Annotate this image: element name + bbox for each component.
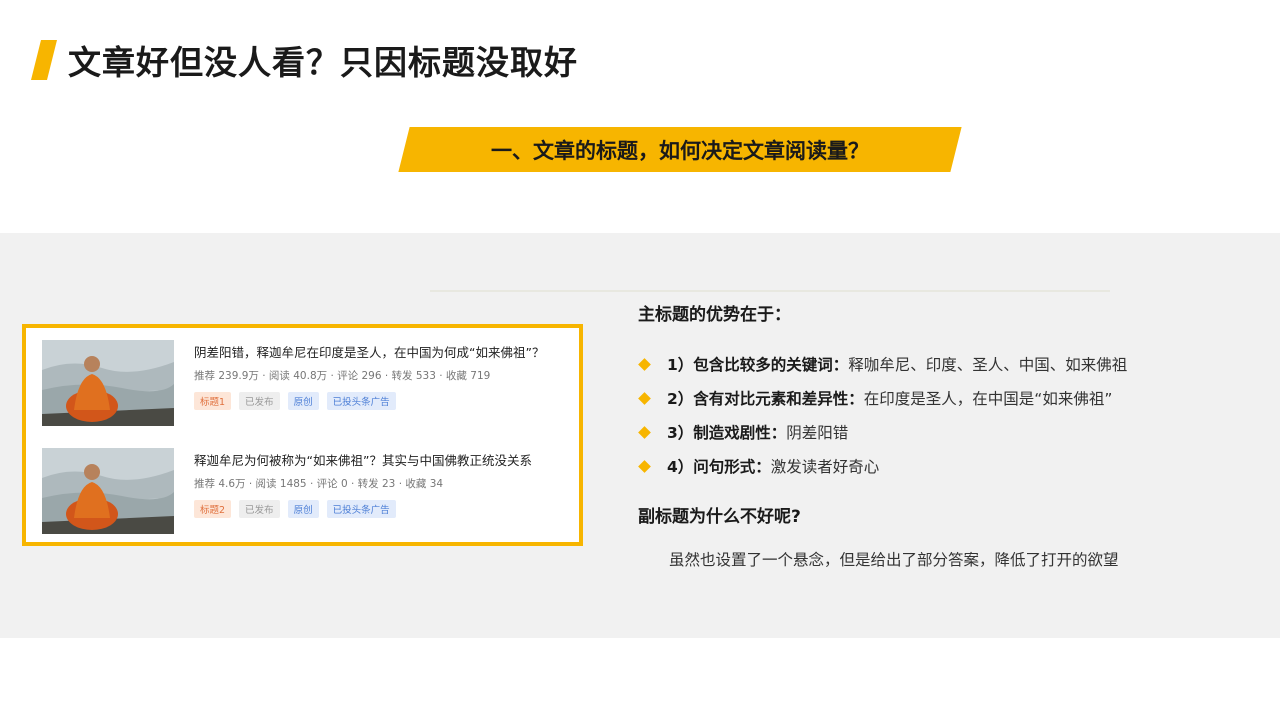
article-feed-screenshot: 阴差阳错，释迦牟尼在印度是圣人，在中国为何成“如来佛祖”？ 推荐 239.9万 … <box>22 324 583 546</box>
diamond-bullet-icon <box>638 357 651 371</box>
tag-published: 已发布 <box>239 392 280 410</box>
tag-ad: 已投头条广告 <box>326 392 396 410</box>
subtitle-explanation: 虽然也设置了一个悬念，但是给出了部分答案，降低了打开的欲望 <box>669 551 1119 569</box>
tag-original: 原创 <box>287 392 319 410</box>
point-detail: 在印度是圣人，在中国是“如来佛祖” <box>863 390 1113 408</box>
advantages-list: 1）包含比较多的关键词： 释咖牟尼、印度、圣人、中国、如来佛祖 2）含有对比元素… <box>638 347 1128 483</box>
feed-item[interactable]: 释迦牟尼为何被称为“如来佛祖”？其实与中国佛教正统没关系 推荐 4.6万 · 阅… <box>42 448 572 538</box>
point-label: 3）制造戏剧性： <box>667 424 787 442</box>
tag-published: 已发布 <box>239 500 280 518</box>
feed-item-stats: 推荐 4.6万 · 阅读 1485 · 评论 0 · 转发 23 · 收藏 34 <box>194 478 444 490</box>
diamond-bullet-icon <box>638 425 651 439</box>
monk-thumbnail-icon <box>42 448 174 534</box>
section-title: 一、文章的标题，如何决定文章阅读量？ <box>491 138 869 163</box>
list-item: 2）含有对比元素和差异性： 在印度是圣人，在中国是“如来佛祖” <box>638 381 1127 415</box>
tag-title-label: 标题1 <box>194 392 232 410</box>
feed-item-title: 阴差阳错，释迦牟尼在印度是圣人，在中国为何成“如来佛祖”？ <box>194 345 545 360</box>
feed-item-stats: 推荐 239.9万 · 阅读 40.8万 · 评论 296 · 转发 533 ·… <box>194 370 491 382</box>
subtitle-heading: 副标题为什么不好呢? <box>638 507 801 527</box>
title-accent-bar <box>31 40 57 80</box>
feed-item[interactable]: 阴差阳错，释迦牟尼在印度是圣人，在中国为何成“如来佛祖”？ 推荐 239.9万 … <box>42 340 572 430</box>
tag-original: 原创 <box>287 500 319 518</box>
feed-item-tags: 标题2 已发布 原创 已投头条广告 <box>194 500 396 518</box>
list-item: 3）制造戏剧性： 阴差阳错 <box>638 415 1127 449</box>
point-label: 2）含有对比元素和差异性： <box>667 390 864 408</box>
tag-ad: 已投头条广告 <box>326 500 396 518</box>
advantages-heading: 主标题的优势在于： <box>638 305 791 325</box>
point-detail: 激发读者好奇心 <box>770 458 880 476</box>
page-header: 文章好但没人看？只因标题没取好 <box>31 38 578 82</box>
monk-thumbnail-icon <box>42 340 174 426</box>
diamond-bullet-icon <box>638 391 651 405</box>
list-item: 4）问句形式： 激发读者好奇心 <box>638 449 1127 483</box>
list-item: 1）包含比较多的关键词： 释咖牟尼、印度、圣人、中国、如来佛祖 <box>638 347 1128 381</box>
panel-divider <box>430 290 1110 292</box>
point-detail: 释咖牟尼、印度、圣人、中国、如来佛祖 <box>848 356 1128 374</box>
tag-title-label: 标题2 <box>194 500 232 518</box>
feed-item-title: 释迦牟尼为何被称为“如来佛祖”？其实与中国佛教正统没关系 <box>194 453 532 468</box>
point-label: 4）问句形式： <box>667 458 771 476</box>
point-label: 1）包含比较多的关键词： <box>667 356 849 374</box>
page-title: 文章好但没人看？只因标题没取好 <box>68 43 578 82</box>
point-detail: 阴差阳错 <box>786 424 849 442</box>
diamond-bullet-icon <box>638 459 651 473</box>
feed-item-tags: 标题1 已发布 原创 已投头条广告 <box>194 392 396 410</box>
